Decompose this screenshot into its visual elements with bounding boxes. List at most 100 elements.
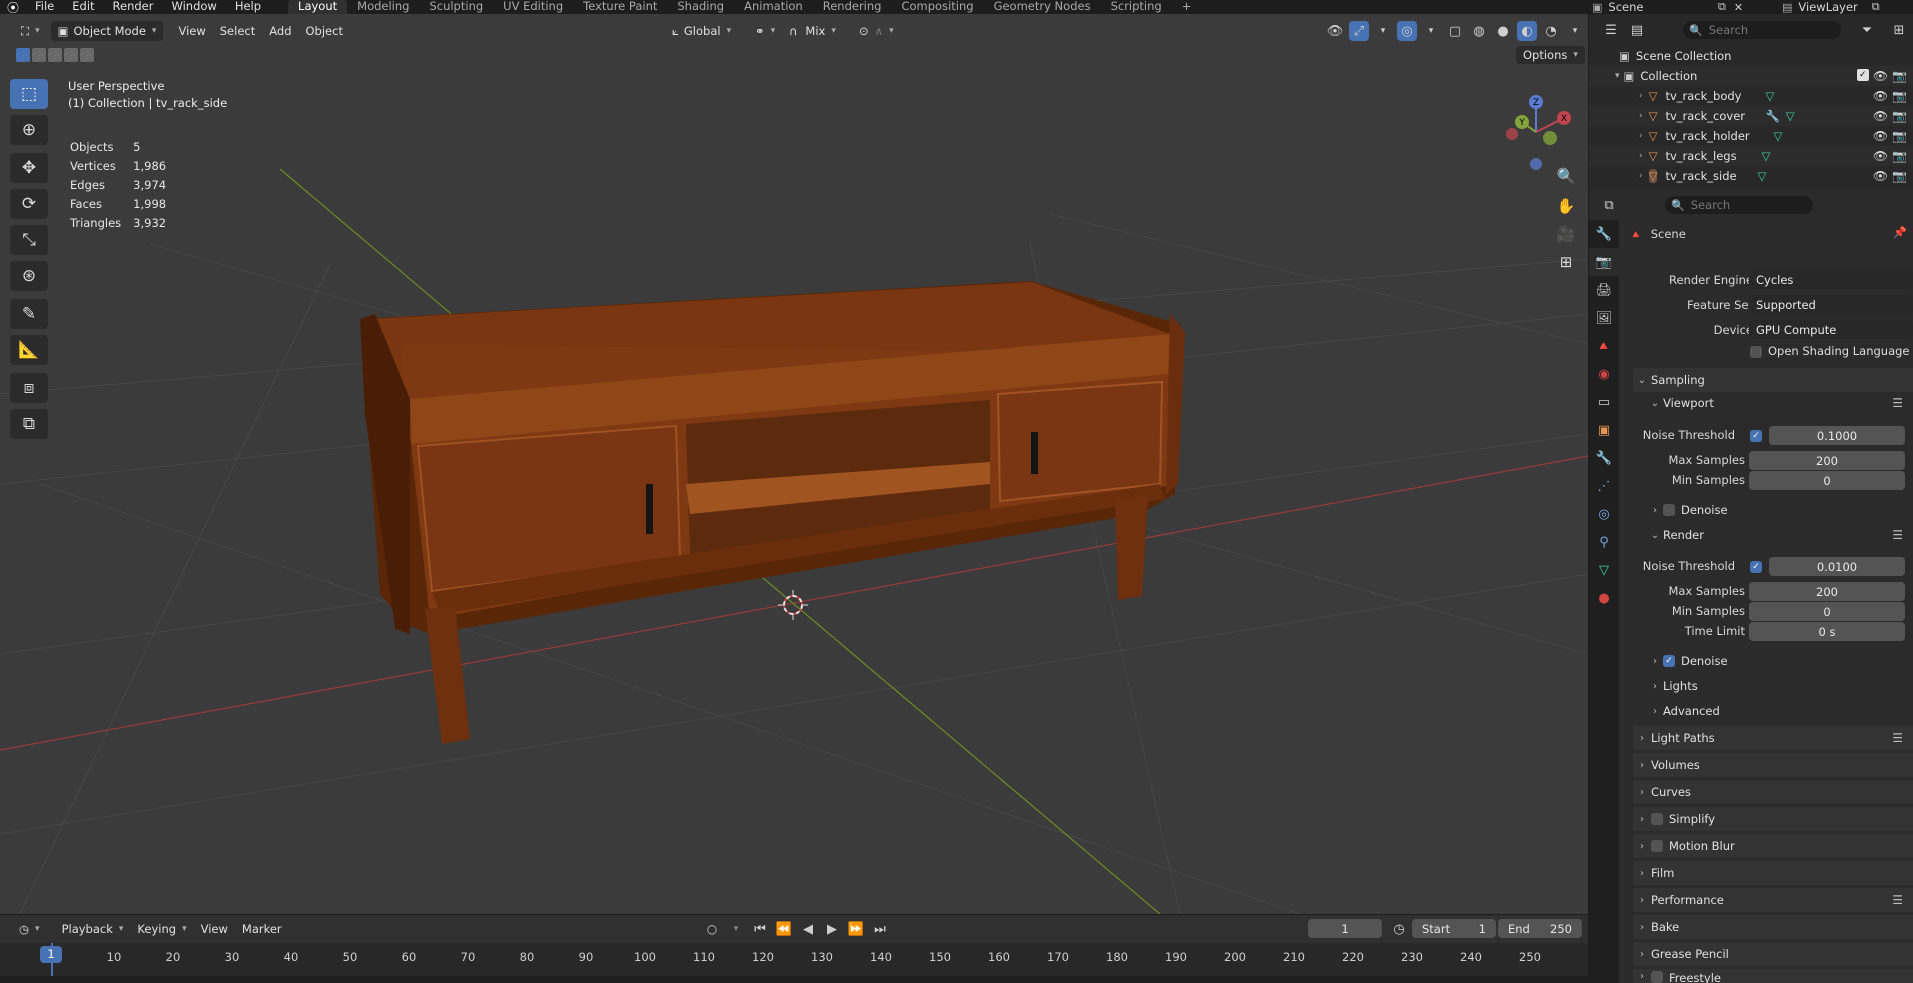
tab-uv-editing[interactable]: UV Editing bbox=[493, 0, 573, 14]
camera-icon[interactable]: 📷 bbox=[1892, 169, 1907, 183]
device-dropdown[interactable]: GPU Compute bbox=[1749, 320, 1913, 339]
prev-keyframe-icon[interactable]: ⏪ bbox=[774, 919, 794, 939]
panel-motion-blur[interactable]: › Motion Blur bbox=[1633, 834, 1913, 858]
perspective-toggle-icon[interactable]: ⊞ bbox=[1552, 250, 1580, 274]
eye-icon[interactable]: 👁 bbox=[1873, 129, 1888, 143]
shading-dropdown-icon[interactable]: ▾ bbox=[1565, 21, 1585, 41]
play-icon[interactable]: ▶ bbox=[822, 919, 842, 939]
outliner-editor-type-icon[interactable]: ☰ bbox=[1601, 20, 1621, 40]
constraints-tab-icon[interactable]: ⚲ bbox=[1589, 528, 1619, 556]
panel-bake[interactable]: › Bake bbox=[1633, 915, 1913, 939]
viewport-denoise-checkbox[interactable] bbox=[1663, 504, 1675, 516]
proportional-edit-dropdown[interactable]: ⊙ ∧ bbox=[852, 21, 901, 41]
end-frame-field[interactable]: End 250 bbox=[1498, 919, 1582, 938]
tab-scripting[interactable]: Scripting bbox=[1101, 0, 1172, 14]
view-layer-tab-icon[interactable]: 🖼 bbox=[1589, 304, 1619, 332]
scene-tab-icon[interactable]: 🔺 bbox=[1589, 332, 1619, 360]
delete-scene-icon[interactable]: ✕ bbox=[1734, 1, 1743, 14]
gizmo-dropdown-icon[interactable]: ▾ bbox=[1373, 21, 1393, 41]
preset-list-icon[interactable]: ☰ bbox=[1892, 528, 1903, 542]
menu-view[interactable]: View bbox=[171, 21, 212, 41]
camera-icon[interactable]: 📷 bbox=[1892, 109, 1907, 123]
viewport-noise-threshold-field[interactable]: 0.1000 bbox=[1769, 426, 1905, 445]
transform-orientation-dropdown[interactable]: ⟀ Global bbox=[665, 21, 738, 41]
output-tab-icon[interactable]: 🖨 bbox=[1589, 276, 1619, 304]
panel-performance[interactable]: › Performance ☰ bbox=[1633, 888, 1913, 912]
keying-dropdown-icon[interactable]: ▾ bbox=[726, 919, 746, 939]
menu-edit[interactable]: Edit bbox=[63, 0, 103, 14]
preset-list-icon[interactable]: ☰ bbox=[1892, 731, 1903, 745]
panel-grease-pencil[interactable]: › Grease Pencil bbox=[1633, 942, 1913, 966]
render-engine-dropdown[interactable]: Cycles bbox=[1749, 270, 1913, 289]
exclude-checkbox[interactable]: ✓ bbox=[1856, 69, 1869, 81]
expand-arrow-icon[interactable]: › bbox=[1639, 111, 1643, 121]
timeline-editor-type-button[interactable]: ◷ bbox=[12, 919, 47, 939]
subpanel-lights[interactable]: › Lights bbox=[1647, 679, 1698, 693]
filter-icon[interactable]: ⏷ bbox=[1857, 20, 1877, 40]
timeline-scrollbar[interactable] bbox=[0, 976, 1588, 983]
panel-volumes[interactable]: › Volumes bbox=[1633, 753, 1913, 777]
menu-help[interactable]: Help bbox=[226, 0, 270, 14]
navigation-gizmo[interactable]: Z X Y bbox=[1500, 94, 1572, 172]
snap-dropdown[interactable]: ∩ Mix bbox=[782, 21, 843, 41]
copy-view-layer-icon[interactable]: ⧉ bbox=[1872, 0, 1880, 14]
outliner-scene-collection[interactable]: ▣ Scene Collection bbox=[1589, 46, 1913, 66]
camera-view-icon[interactable]: 🎥 bbox=[1552, 222, 1580, 246]
panel-light-paths[interactable]: › Light Paths ☰ bbox=[1633, 726, 1913, 750]
tab-compositing[interactable]: Compositing bbox=[891, 0, 983, 14]
view-layer-name[interactable]: ViewLayer bbox=[1798, 0, 1857, 14]
outliner-object-row[interactable]: › ▽ tv_rack_cover 🔧 ▽ 👁 📷 bbox=[1589, 106, 1913, 126]
pan-hand-icon[interactable]: ✋ bbox=[1552, 194, 1580, 218]
freestyle-checkbox[interactable] bbox=[1651, 971, 1663, 983]
overlay-toggle-icon[interactable]: ◎ bbox=[1397, 21, 1417, 41]
material-tab-icon[interactable]: ● bbox=[1589, 584, 1619, 612]
render-noise-threshold-checkbox[interactable]: ✓ bbox=[1750, 561, 1762, 573]
display-mode-icon[interactable]: ▤ bbox=[1627, 20, 1647, 40]
outliner-object-row[interactable]: › ▽ tv_rack_legs ▽ 👁 📷 bbox=[1589, 146, 1913, 166]
tab-rendering[interactable]: Rendering bbox=[813, 0, 892, 14]
motion-blur-checkbox[interactable] bbox=[1651, 840, 1663, 852]
start-frame-field[interactable]: Start 1 bbox=[1412, 919, 1496, 938]
expand-arrow-icon[interactable]: › bbox=[1639, 171, 1643, 181]
collection-tab-icon[interactable]: ▭ bbox=[1589, 388, 1619, 416]
add-workspace-button[interactable]: + bbox=[1172, 0, 1202, 14]
menu-select[interactable]: Select bbox=[213, 21, 262, 41]
menu-add[interactable]: Add bbox=[262, 21, 298, 41]
tab-layout[interactable]: Layout bbox=[288, 0, 348, 14]
object-mode-dropdown[interactable]: ▣ Object Mode bbox=[50, 21, 164, 41]
wireframe-shading-icon[interactable]: ◍ bbox=[1469, 21, 1489, 41]
rendered-shading-icon[interactable]: ◔ bbox=[1541, 21, 1561, 41]
play-reverse-icon[interactable]: ◀ bbox=[798, 919, 818, 939]
timeline-ruler[interactable]: 1 10 20 30 40 50 60 70 80 90 100 110 120… bbox=[0, 943, 1588, 983]
tool-tab-icon[interactable]: 🔧 bbox=[1589, 220, 1619, 248]
blender-logo-icon[interactable]: ⦿ bbox=[0, 0, 26, 15]
panel-sampling[interactable]: ⌄ Sampling bbox=[1633, 368, 1913, 392]
zoom-icon[interactable]: 🔍 bbox=[1552, 164, 1580, 188]
physics-tab-icon[interactable]: ◎ bbox=[1589, 500, 1619, 528]
menu-timeline-view[interactable]: View bbox=[194, 919, 235, 939]
expand-arrow-icon[interactable]: › bbox=[1639, 91, 1643, 101]
overlay-dropdown-icon[interactable]: ▾ bbox=[1421, 21, 1441, 41]
outliner-object-row-active[interactable]: › ▽ tv_rack_side ▽ 👁 📷 bbox=[1589, 166, 1913, 186]
camera-icon[interactable]: 📷 bbox=[1892, 69, 1907, 83]
preview-range-icon[interactable]: ◷ bbox=[1389, 919, 1409, 939]
new-collection-icon[interactable]: ⊞ bbox=[1889, 20, 1909, 40]
panel-simplify[interactable]: › Simplify bbox=[1633, 807, 1913, 831]
tab-sculpting[interactable]: Sculpting bbox=[419, 0, 493, 14]
material-shading-icon[interactable]: ◐ bbox=[1517, 21, 1537, 41]
menu-render[interactable]: Render bbox=[104, 0, 163, 14]
options-dropdown[interactable]: Options bbox=[1516, 46, 1585, 64]
outliner-object-row[interactable]: › ▽ tv_rack_holder ▽ 👁 📷 bbox=[1589, 126, 1913, 146]
auto-key-icon[interactable]: ○ bbox=[702, 919, 722, 939]
osl-checkbox[interactable] bbox=[1750, 346, 1762, 358]
add-object-tool[interactable]: ⧉ bbox=[10, 409, 48, 439]
measure-tool[interactable]: 📐 bbox=[10, 335, 48, 365]
next-keyframe-icon[interactable]: ⏩ bbox=[846, 919, 866, 939]
transform-tool[interactable]: ⊛ bbox=[10, 261, 48, 291]
tab-geometry-nodes[interactable]: Geometry Nodes bbox=[984, 0, 1101, 14]
editor-type-button[interactable]: ⛶ bbox=[14, 21, 47, 41]
eye-icon[interactable]: 👁 bbox=[1873, 149, 1888, 163]
modifier-tab-icon[interactable]: 🔧 bbox=[1589, 444, 1619, 472]
solid-shading-icon[interactable]: ● bbox=[1493, 21, 1513, 41]
move-tool[interactable]: ✥ bbox=[10, 153, 48, 183]
